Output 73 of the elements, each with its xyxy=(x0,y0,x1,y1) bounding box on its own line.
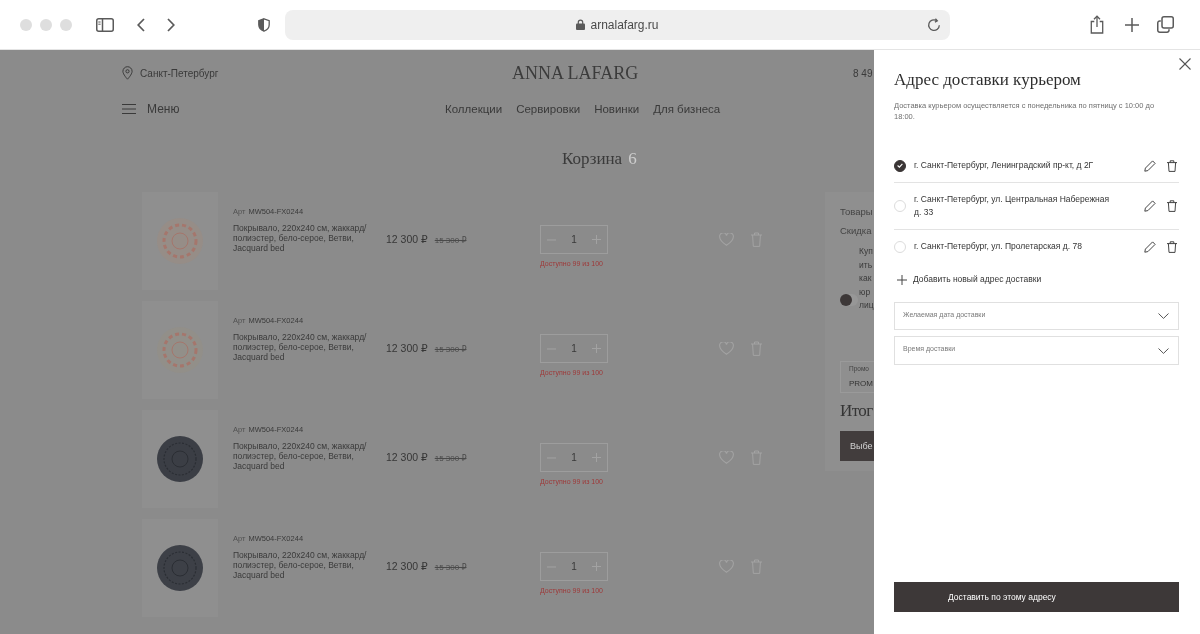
old-price: 15 300 ₽ xyxy=(434,563,467,572)
deliver-button[interactable]: Доставить по этому адресу xyxy=(894,582,1179,612)
add-address-button[interactable]: Добавить новый адрес доставки xyxy=(897,273,1042,286)
nav-link[interactable]: Для бизнеса xyxy=(653,100,721,118)
quantity-value: 1 xyxy=(571,561,577,572)
address-label[interactable]: г. Санкт-Петербург, ул. Пролетарская д. 78 xyxy=(914,240,1116,253)
product-name: Покрывало, 220х240 см, жаккард/полиэстер, бело-серое, Ветви, Jacquard bed xyxy=(233,441,368,471)
price: 12 300 ₽ xyxy=(386,560,428,572)
pencil-icon[interactable] xyxy=(1144,240,1156,253)
toggle-label: Купить как юр лиц xyxy=(859,245,874,312)
total-label: Итог xyxy=(840,399,874,422)
product-name: Покрывало, 220х240 см, жаккард/полиэстер, бело-серое, Ветви, Jacquard bed xyxy=(233,550,368,580)
window-control-icon[interactable] xyxy=(20,18,32,31)
cart-title: Корзина xyxy=(562,148,623,170)
address-label[interactable]: г. Санкт-Петербург, Ленинградский пр-кт, д 2Г xyxy=(914,159,1116,172)
share-icon[interactable] xyxy=(1090,15,1104,34)
nav-link[interactable]: Сервировки xyxy=(516,100,581,118)
trash-icon[interactable] xyxy=(1167,159,1177,172)
quantity-stepper[interactable]: 1 xyxy=(540,334,608,363)
close-icon[interactable] xyxy=(1179,58,1191,70)
back-icon[interactable] xyxy=(137,17,145,32)
reload-icon[interactable] xyxy=(927,17,941,32)
location-pin-icon xyxy=(122,66,133,80)
forward-icon[interactable] xyxy=(167,17,175,32)
menu-icon xyxy=(122,104,136,114)
heart-icon[interactable] xyxy=(719,342,734,355)
quantity-value: 1 xyxy=(571,343,577,354)
plus-icon xyxy=(897,274,907,285)
sidebar-icon[interactable] xyxy=(96,17,114,32)
chevron-down-icon xyxy=(1158,347,1169,354)
pencil-icon[interactable] xyxy=(1144,200,1156,212)
heart-icon[interactable] xyxy=(719,451,734,464)
tabs-icon[interactable] xyxy=(1157,16,1174,33)
menu-button[interactable]: Меню xyxy=(122,102,180,116)
phone-number[interactable]: 8 49 xyxy=(853,67,874,79)
summary-label: Товары xyxy=(840,205,874,219)
chevron-down-icon xyxy=(1158,313,1169,319)
address-bar[interactable]: arnalafarg.ru xyxy=(285,9,950,40)
product-name: Покрывало, 220х240 см, жаккард/полиэстер, бело-серое, Ветви, Jacquard bed xyxy=(233,223,368,253)
panel-title: Адрес доставки курьером xyxy=(894,69,1082,91)
toggle-switch[interactable] xyxy=(840,293,858,306)
trash-icon[interactable] xyxy=(1167,240,1177,253)
nav-link[interactable]: Новинки xyxy=(594,100,640,118)
product-name: Покрывало, 220х240 см, жаккард/полиэстер, бело-серое, Ветви, Jacquard bed xyxy=(233,332,368,362)
address-label[interactable]: г. Санкт-Петербург, ул. Центральная Набережная д. 33 xyxy=(914,193,1116,219)
old-price: 15 300 ₽ xyxy=(434,236,467,245)
window-control-icon[interactable] xyxy=(60,18,72,31)
radio-button[interactable] xyxy=(894,159,906,172)
city-selector[interactable]: Санкт-Петербург xyxy=(122,66,219,80)
nav-link[interactable]: Коллекции xyxy=(445,100,503,118)
heart-icon[interactable] xyxy=(719,233,734,246)
old-price: 15 300 ₽ xyxy=(434,454,467,463)
price: 12 300 ₽ xyxy=(386,451,428,463)
quantity-stepper[interactable]: 1 xyxy=(540,443,608,472)
checkout-button[interactable]: Выбе xyxy=(840,430,874,461)
old-price: 15 300 ₽ xyxy=(434,345,467,354)
quantity-value: 1 xyxy=(571,452,577,463)
cart-count: 6 xyxy=(628,148,637,170)
quantity-value: 1 xyxy=(571,234,577,245)
lock-icon xyxy=(576,19,586,30)
price: 12 300 ₽ xyxy=(386,342,428,354)
summary-label: Скидка xyxy=(840,224,873,238)
price: 12 300 ₽ xyxy=(386,233,428,245)
heart-icon[interactable] xyxy=(719,560,734,573)
pencil-icon[interactable] xyxy=(1144,159,1156,172)
window-control-icon[interactable] xyxy=(40,18,52,31)
quantity-stepper[interactable]: 1 xyxy=(540,552,608,581)
plus-icon[interactable] xyxy=(1125,17,1139,32)
shield-icon[interactable] xyxy=(258,17,270,32)
quantity-stepper[interactable]: 1 xyxy=(540,225,608,254)
check-icon xyxy=(897,163,903,168)
logo[interactable]: ANNA LAFARG xyxy=(512,63,639,83)
trash-icon[interactable] xyxy=(1167,200,1177,212)
